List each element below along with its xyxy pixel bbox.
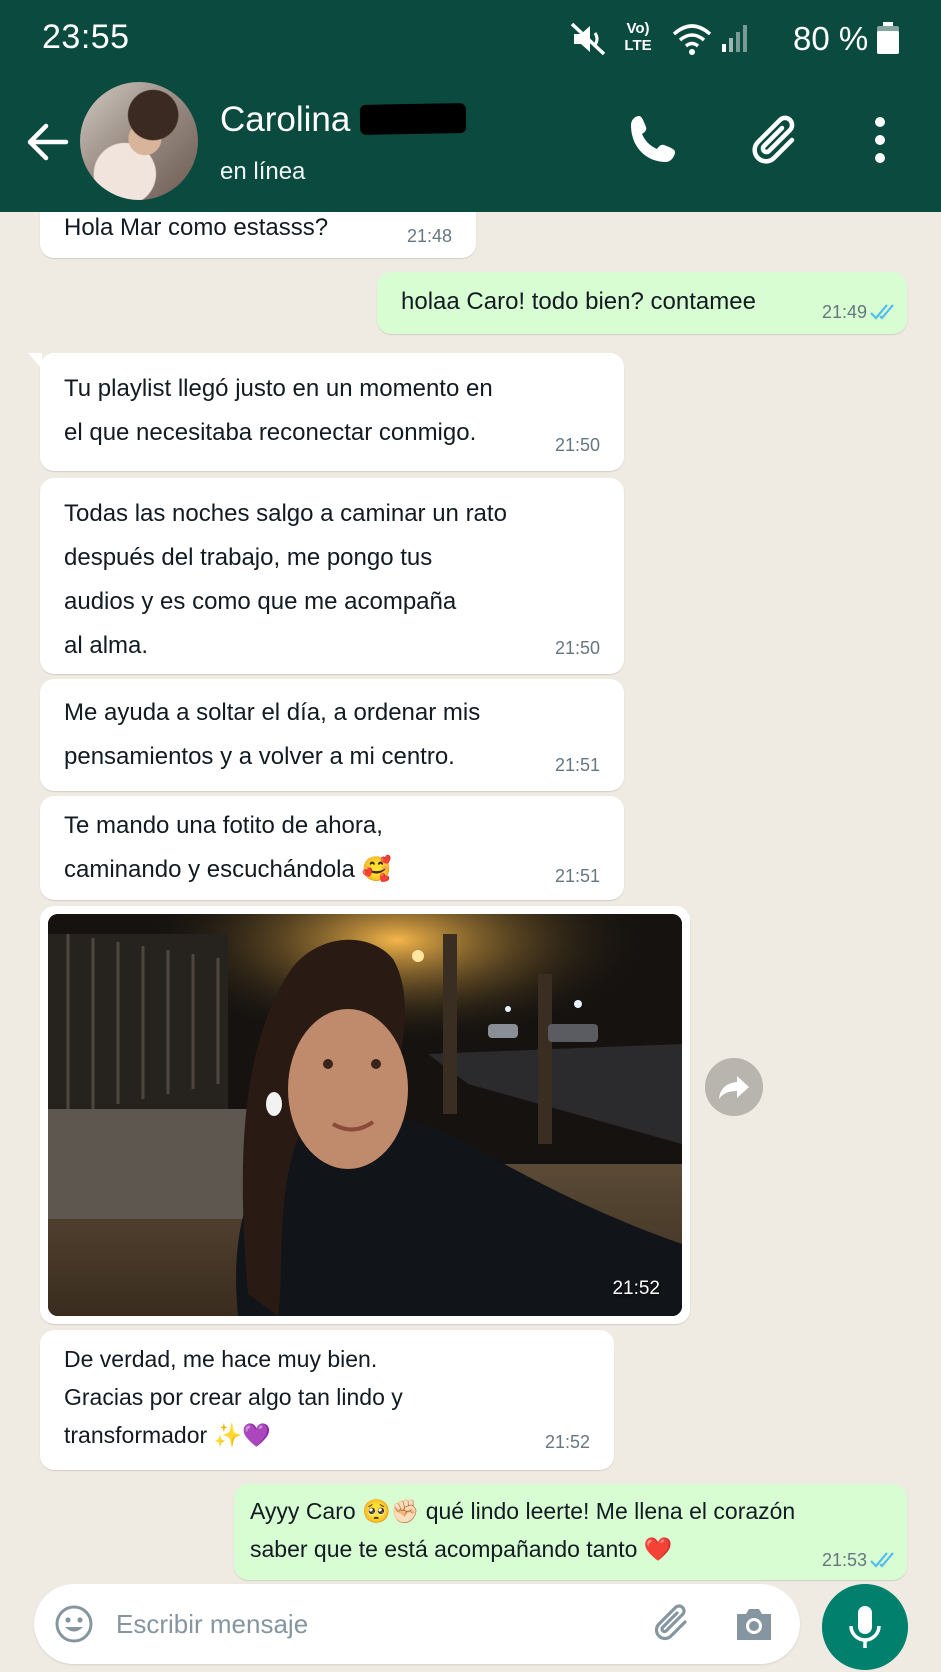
message-time: 21:49 — [821, 302, 867, 322]
back-arrow-icon[interactable] — [26, 120, 70, 164]
message-text: Hola Mar como estasss? — [64, 214, 329, 241]
shared-photo[interactable]: 21:52 — [48, 914, 682, 1316]
compose-bar — [34, 1584, 800, 1664]
battery-percent: 80 % — [793, 20, 869, 57]
message-bubble-incoming[interactable]: De verdad, me hace muy bien. Gracias por… — [40, 1330, 614, 1470]
status-bar: 23:55 Vo) LTE 80 % — [0, 0, 941, 80]
message-bubble-outgoing[interactable]: holaa Caro! todo bien? contamee 21:49 — [377, 272, 907, 334]
message-time: 21:50 — [554, 435, 600, 455]
read-ticks-icon — [870, 304, 894, 320]
forward-share-icon[interactable] — [705, 1058, 763, 1116]
message-time: 21:53 — [821, 1550, 867, 1570]
message-text: Tu playlist llegó justo en un momento en… — [64, 375, 493, 446]
phone-icon[interactable] — [625, 112, 681, 168]
wifi-icon — [672, 24, 712, 55]
message-text: Te mando una fotito de ahora, caminando … — [64, 812, 392, 883]
camera-icon[interactable] — [733, 1604, 775, 1644]
paperclip-icon[interactable] — [746, 112, 806, 172]
message-bubble-incoming[interactable]: Todas las noches salgo a caminar un rato… — [40, 478, 624, 674]
message-text: Ayyy Caro 🥺✊🏻 qué lindo leerte! Me llena… — [250, 1498, 796, 1562]
message-time: 21:51 — [554, 755, 600, 775]
message-bubble-incoming[interactable]: Te mando una fotito de ahora, caminando … — [40, 796, 624, 900]
message-bubble-outgoing[interactable]: Ayyy Caro 🥺✊🏻 qué lindo leerte! Me llena… — [234, 1484, 907, 1580]
emoji-icon[interactable] — [54, 1604, 94, 1644]
message-text: De verdad, me hace muy bien. Gracias por… — [64, 1346, 403, 1448]
status-time: 23:55 — [42, 18, 130, 56]
message-input[interactable] — [116, 1602, 556, 1646]
mic-icon[interactable] — [822, 1584, 908, 1670]
paperclip-icon[interactable] — [649, 1602, 693, 1646]
read-ticks-icon — [870, 1552, 894, 1568]
message-text: Todas las noches salgo a caminar un rato… — [64, 500, 507, 659]
signal-icon — [722, 25, 747, 52]
bubble-tail — [28, 353, 42, 369]
battery-icon — [877, 22, 899, 54]
contact-status: en línea — [220, 158, 306, 185]
message-time: 21:50 — [554, 638, 600, 658]
mute-icon — [570, 22, 606, 56]
more-vertical-icon[interactable] — [858, 114, 902, 170]
message-time: 21:51 — [554, 866, 600, 886]
message-bubble-incoming[interactable]: Tu playlist llegó justo en un momento en… — [28, 353, 624, 471]
chat-screen: 23:55 Vo) LTE 80 % Carolina en línea Hol… — [0, 0, 941, 1672]
message-bubble-incoming[interactable]: Hola Mar como estasss? 21:48 — [40, 212, 476, 258]
message-time: 21:52 — [544, 1432, 590, 1452]
message-text: Me ayuda a soltar el día, a ordenar mis … — [64, 699, 481, 770]
photo-time: 21:52 — [612, 1278, 660, 1299]
app-bar: Carolina en línea — [0, 80, 941, 212]
volte-indicator: Vo) LTE — [624, 20, 652, 54]
message-time: 21:48 — [406, 226, 452, 246]
top-bar: 23:55 Vo) LTE 80 % Carolina en línea — [0, 0, 941, 212]
message-bubble-incoming[interactable]: Me ayuda a soltar el día, a ordenar mis … — [40, 679, 624, 791]
redacted-surname — [359, 103, 467, 135]
message-list: Hola Mar como estasss? 21:48 holaa Caro!… — [0, 212, 941, 1582]
image-message[interactable]: 21:52 — [40, 906, 690, 1324]
contact-avatar[interactable] — [80, 82, 198, 200]
message-text: holaa Caro! todo bien? contamee — [401, 288, 756, 315]
contact-name[interactable]: Carolina — [220, 100, 350, 140]
